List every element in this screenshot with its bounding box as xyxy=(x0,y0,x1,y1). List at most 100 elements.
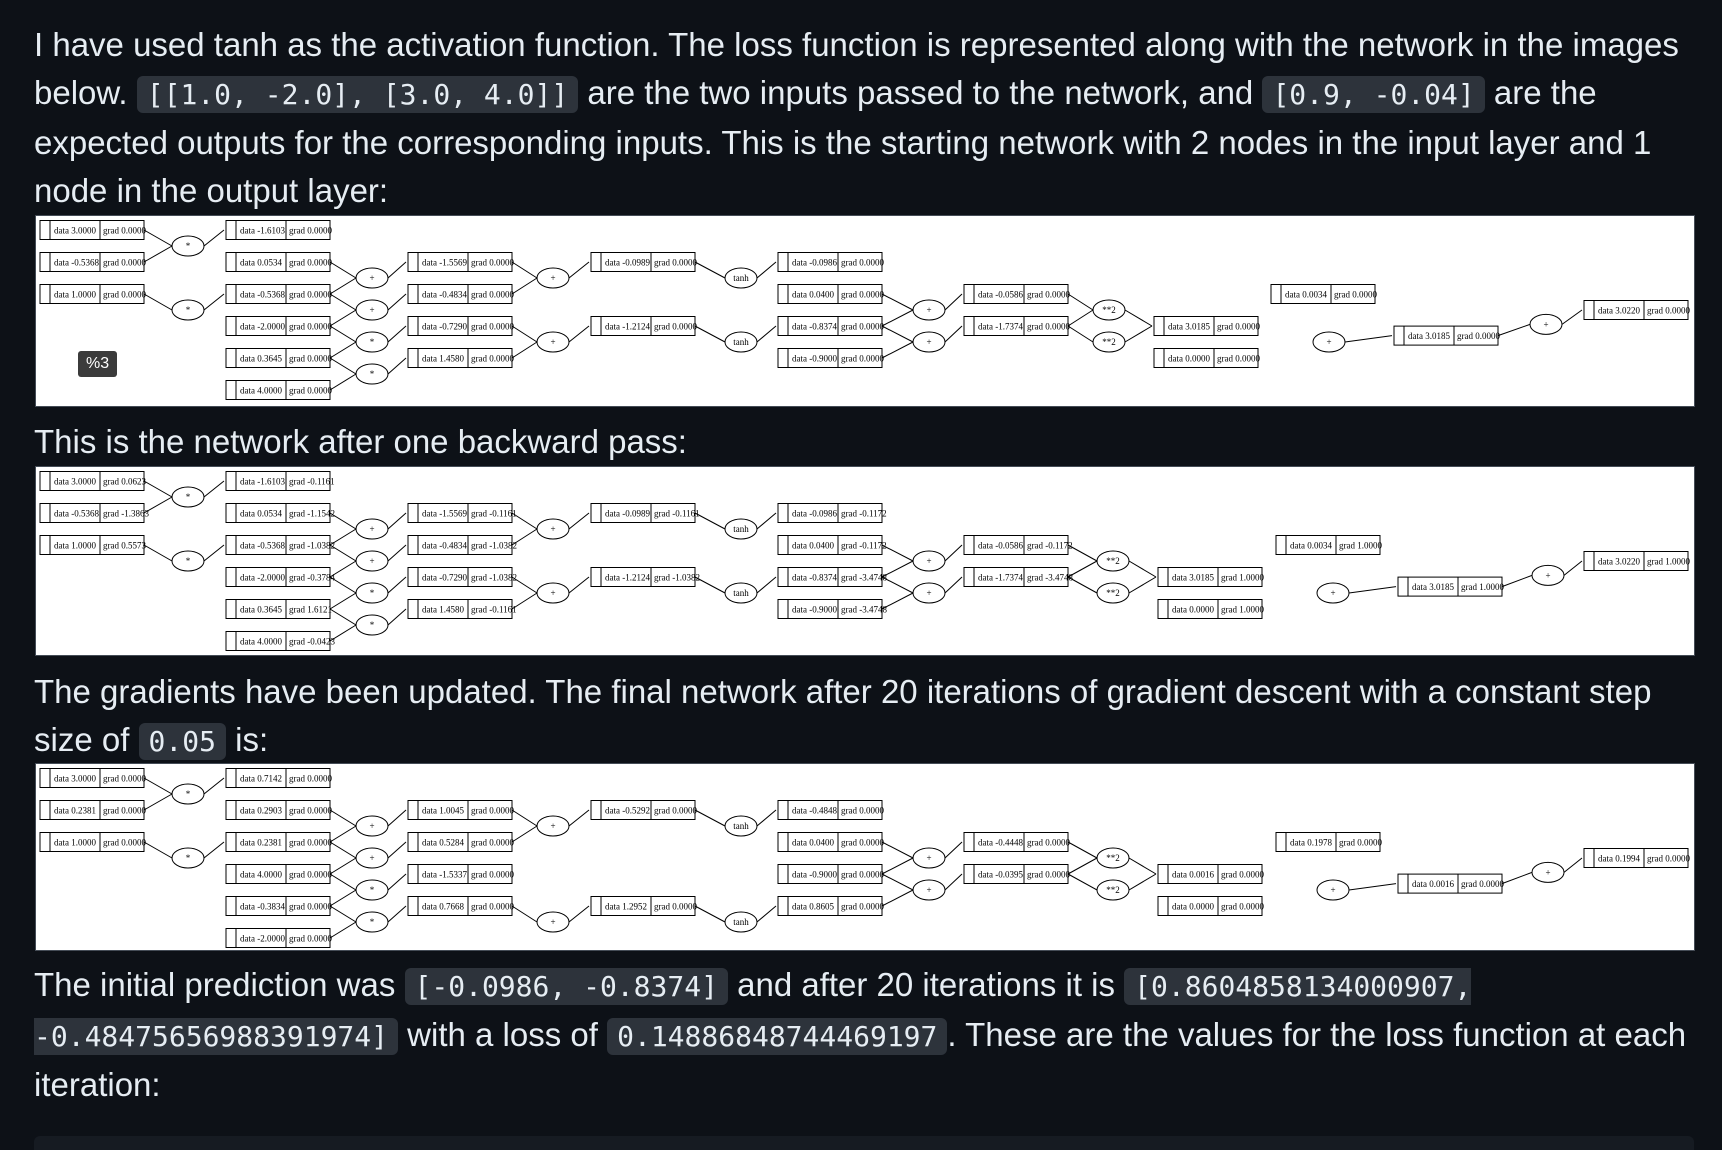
node-grad-label: grad -0.1172 xyxy=(1027,541,1073,551)
node-data-label: data -1.2124 xyxy=(605,322,650,332)
op-node: * xyxy=(171,783,205,805)
op-label: + xyxy=(1330,588,1335,598)
node-grad-label: grad -0.0423 xyxy=(289,637,335,647)
graph-edge xyxy=(387,873,407,891)
node-grad-label: grad 0.0000 xyxy=(654,258,697,268)
op-node: tanh xyxy=(724,911,758,933)
value-node: data 1.0045 grad 0.0000 xyxy=(407,800,514,820)
op-label: * xyxy=(370,885,375,895)
value-node: data -0.4448 grad 0.0000 xyxy=(963,832,1070,852)
op-label: * xyxy=(186,492,191,502)
node-grad-label: grad 0.0000 xyxy=(1027,322,1070,332)
graph-edge xyxy=(203,480,225,498)
op-node: + xyxy=(1529,313,1563,335)
graph-edge xyxy=(568,809,590,827)
value-node: data 1.4580 grad 0.0000 xyxy=(407,348,514,368)
graph-edge xyxy=(1501,574,1533,588)
graph-edge xyxy=(1124,325,1153,343)
node-grad-label: grad 0.0000 xyxy=(1027,290,1070,300)
node-grad-label: grad 0.0000 xyxy=(103,258,146,268)
node-data-label: data 1.0000 xyxy=(54,838,96,848)
node-grad-label: grad -3.4748 xyxy=(1027,573,1073,583)
value-node: data -1.5337 grad 0.0000 xyxy=(407,864,514,884)
value-node: data -1.2124 grad -1.0382 xyxy=(590,567,700,587)
node-data-label: data -0.8374 xyxy=(792,322,837,332)
graph-edge xyxy=(387,293,407,311)
op-label: **2 xyxy=(1102,305,1116,315)
node-data-label: data 0.0016 xyxy=(1172,870,1214,880)
node-data-label: data 0.0000 xyxy=(1172,902,1214,912)
node-data-label: data 3.0185 xyxy=(1412,582,1454,592)
node-data-label: data 0.2381 xyxy=(240,838,282,848)
node-data-label: data 1.4580 xyxy=(422,354,464,364)
graph-edge xyxy=(944,325,963,343)
graph-edge xyxy=(329,889,357,907)
starting-network-graph: data 3.0000 grad 0.0000 data -0.5368 grad 0… xyxy=(35,215,1695,407)
node-grad-label: grad 0.0000 xyxy=(103,806,146,816)
value-node: data -0.7290 grad -1.0382 xyxy=(407,567,517,587)
graph-edge xyxy=(1067,873,1098,891)
node-data-label: data -0.0986 xyxy=(792,258,837,268)
graph-svg: data 3.0000 grad 0.0623 data -0.5368 grad -… xyxy=(39,471,1690,651)
op-node: * xyxy=(355,879,389,901)
value-node: data 0.0000 grad 0.0000 xyxy=(1157,896,1264,916)
expected-outputs-code: [0.9, -0.04] xyxy=(1262,76,1485,113)
graph-edge xyxy=(329,261,357,279)
node-data-label: data -0.0986 xyxy=(792,509,837,519)
op-label: * xyxy=(186,853,191,863)
graph-edge xyxy=(329,825,357,843)
op-node: + xyxy=(355,267,389,289)
graph-edge xyxy=(143,793,173,811)
node-grad-label: grad -0.1172 xyxy=(841,509,887,519)
node-grad-label: grad 0.0000 xyxy=(1217,354,1260,364)
node-grad-label: grad 0.0000 xyxy=(1221,902,1264,912)
node-data-label: data 3.0000 xyxy=(54,226,96,236)
node-grad-label: grad -1.0382 xyxy=(289,541,335,551)
graph-edge xyxy=(756,512,777,530)
op-node: + xyxy=(912,331,946,353)
op-label: tanh xyxy=(733,917,749,927)
graph-edge xyxy=(203,544,225,562)
op-node: * xyxy=(355,363,389,385)
value-node: data 0.0034 grad 1.0000 xyxy=(1275,535,1382,555)
value-node: data -0.0586 grad 0.0000 xyxy=(963,284,1070,304)
op-label: * xyxy=(186,789,191,799)
graph-edge xyxy=(881,293,914,311)
node-data-label: data -0.0395 xyxy=(978,870,1023,880)
node-data-label: data 0.0400 xyxy=(792,290,834,300)
node-grad-label: grad 0.5573 xyxy=(103,541,146,551)
graph-edge xyxy=(756,809,777,827)
node-grad-label: grad -0.1161 xyxy=(471,509,517,519)
graph-edge xyxy=(329,357,357,375)
node-data-label: data 3.0185 xyxy=(1408,331,1450,341)
graph-edge xyxy=(694,261,726,279)
graph-edge xyxy=(568,512,590,530)
op-node: tanh xyxy=(724,267,758,289)
node-data-label: data -1.5569 xyxy=(422,509,467,519)
graph-edge xyxy=(1348,883,1397,891)
value-node: data 4.0000 grad 0.0000 xyxy=(225,864,332,884)
node-data-label: data 0.0400 xyxy=(792,838,834,848)
node-grad-label: grad -0.1161 xyxy=(289,477,335,487)
node-grad-label: grad -0.1172 xyxy=(841,541,887,551)
value-node: data 4.0000 grad 0.0000 xyxy=(225,380,332,400)
graph-edge xyxy=(694,325,726,343)
node-grad-label: grad -0.3784 xyxy=(289,573,335,583)
graph-edge xyxy=(387,544,407,562)
op-label: + xyxy=(1326,337,1331,347)
node-data-label: data 0.0534 xyxy=(240,509,282,519)
node-data-label: data 0.0034 xyxy=(1290,541,1332,551)
op-node: **2 xyxy=(1096,550,1130,572)
node-grad-label: grad -0.1161 xyxy=(471,605,517,615)
node-data-label: data 3.0220 xyxy=(1598,306,1640,316)
op-node: * xyxy=(355,582,389,604)
node-data-label: data 0.0034 xyxy=(1285,290,1327,300)
initial-prediction-code: [-0.0986, -0.8374] xyxy=(404,968,728,1005)
value-node: data -0.5368 grad 0.0000 xyxy=(225,284,332,304)
node-data-label: data 0.1978 xyxy=(1290,838,1332,848)
op-node: + xyxy=(536,911,570,933)
op-label: + xyxy=(550,273,555,283)
node-data-label: data -0.5368 xyxy=(240,290,285,300)
gd-text-1: The gradients have been updated. The fin… xyxy=(34,673,1652,758)
graph-edge xyxy=(511,825,538,843)
